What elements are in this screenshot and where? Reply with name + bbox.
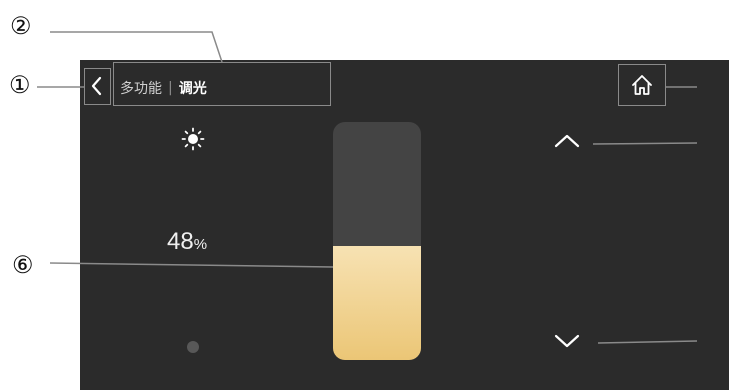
brightness-slider[interactable]: [333, 122, 421, 360]
callout-1: ①: [9, 71, 31, 99]
callout-6: ⑥: [12, 251, 34, 279]
sun-icon: [181, 127, 205, 151]
dot-icon: [187, 341, 199, 353]
slider-fill[interactable]: [333, 245, 421, 360]
brightness-number: 48: [167, 228, 194, 255]
breadcrumb-text: 多功能 | 调光: [120, 76, 207, 100]
brightness-unit: %: [193, 236, 208, 253]
brightness-value: 48%: [167, 228, 207, 256]
home-icon: [632, 75, 652, 95]
chevron-up-icon[interactable]: [552, 131, 582, 151]
breadcrumb-section[interactable]: 多功能: [120, 78, 162, 98]
callout-2: ②: [10, 12, 32, 40]
callout-line-2: [50, 31, 223, 63]
breadcrumb-separator: |: [168, 80, 173, 96]
chevron-left-icon: [91, 76, 102, 96]
page-title: 调光: [178, 81, 207, 97]
chevron-down-icon[interactable]: [552, 331, 582, 351]
